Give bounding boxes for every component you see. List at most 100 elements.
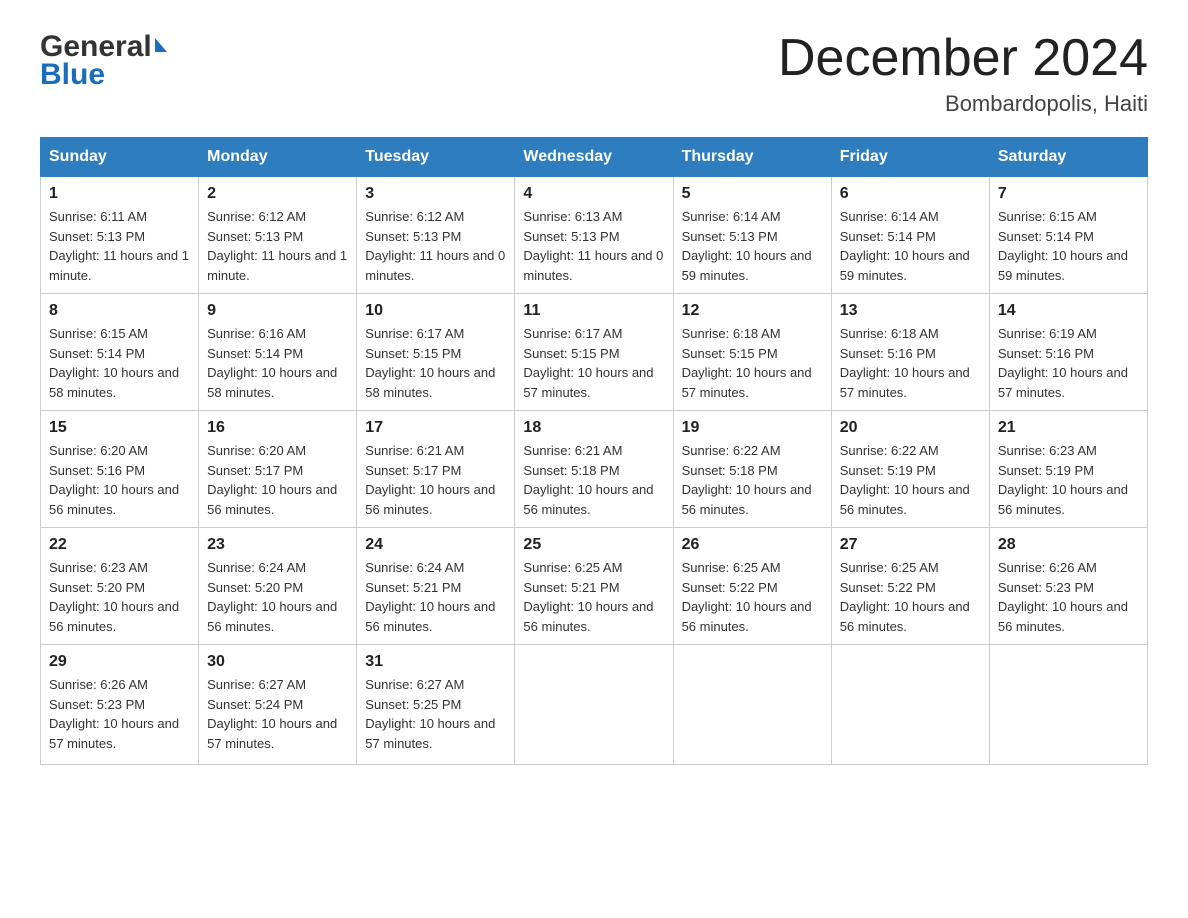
calendar-cell: 17 Sunrise: 6:21 AMSunset: 5:17 PMDayligh… <box>357 411 515 528</box>
calendar-cell: 23 Sunrise: 6:24 AMSunset: 5:20 PMDayligh… <box>199 528 357 645</box>
day-number: 12 <box>682 302 823 320</box>
day-number: 1 <box>49 185 190 203</box>
day-number: 20 <box>840 419 981 437</box>
day-info: Sunrise: 6:26 AMSunset: 5:23 PMDaylight:… <box>998 558 1139 636</box>
day-info: Sunrise: 6:22 AMSunset: 5:19 PMDaylight:… <box>840 441 981 519</box>
day-info: Sunrise: 6:15 AMSunset: 5:14 PMDaylight:… <box>998 207 1139 285</box>
calendar-cell: 14 Sunrise: 6:19 AMSunset: 5:16 PMDayligh… <box>989 294 1147 411</box>
calendar-cell: 2 Sunrise: 6:12 AMSunset: 5:13 PMDaylight… <box>199 177 357 294</box>
day-info: Sunrise: 6:20 AMSunset: 5:17 PMDaylight:… <box>207 441 348 519</box>
location-subtitle: Bombardopolis, Haiti <box>778 91 1148 117</box>
month-title: December 2024 <box>778 30 1148 87</box>
logo-arrow-icon <box>155 38 167 52</box>
calendar-week-4: 22 Sunrise: 6:23 AMSunset: 5:20 PMDayligh… <box>41 528 1148 645</box>
calendar-cell <box>831 645 989 765</box>
calendar-cell: 5 Sunrise: 6:14 AMSunset: 5:13 PMDaylight… <box>673 177 831 294</box>
calendar-cell: 26Sunrise: 6:25 AMSunset: 5:22 PMDayligh… <box>673 528 831 645</box>
day-number: 13 <box>840 302 981 320</box>
day-info: Sunrise: 6:23 AMSunset: 5:20 PMDaylight:… <box>49 558 190 636</box>
header-monday: Monday <box>199 138 357 177</box>
logo: General Blue <box>40 30 167 92</box>
day-number: 30 <box>207 653 348 671</box>
calendar-week-3: 15Sunrise: 6:20 AMSunset: 5:16 PMDayligh… <box>41 411 1148 528</box>
title-block: December 2024 Bombardopolis, Haiti <box>778 30 1148 117</box>
calendar-cell: 29 Sunrise: 6:26 AMSunset: 5:23 PMDayligh… <box>41 645 199 765</box>
day-info: Sunrise: 6:24 AMSunset: 5:20 PMDaylight:… <box>207 558 348 636</box>
day-number: 16 <box>207 419 348 437</box>
day-info: Sunrise: 6:25 AMSunset: 5:21 PMDaylight:… <box>523 558 664 636</box>
header-thursday: Thursday <box>673 138 831 177</box>
day-info: Sunrise: 6:26 AMSunset: 5:23 PMDaylight:… <box>49 675 190 753</box>
header-saturday: Saturday <box>989 138 1147 177</box>
day-number: 8 <box>49 302 190 320</box>
calendar-cell: 21Sunrise: 6:23 AMSunset: 5:19 PMDayligh… <box>989 411 1147 528</box>
calendar-cell: 30 Sunrise: 6:27 AMSunset: 5:24 PMDayligh… <box>199 645 357 765</box>
day-number: 9 <box>207 302 348 320</box>
calendar-cell: 18 Sunrise: 6:21 AMSunset: 5:18 PMDayligh… <box>515 411 673 528</box>
day-info: Sunrise: 6:18 AMSunset: 5:15 PMDaylight:… <box>682 324 823 402</box>
day-info: Sunrise: 6:12 AMSunset: 5:13 PMDaylight:… <box>207 207 348 285</box>
calendar-cell: 19 Sunrise: 6:22 AMSunset: 5:18 PMDayligh… <box>673 411 831 528</box>
calendar-week-2: 8 Sunrise: 6:15 AMSunset: 5:14 PMDaylight… <box>41 294 1148 411</box>
day-number: 26 <box>682 536 823 554</box>
day-info: Sunrise: 6:22 AMSunset: 5:18 PMDaylight:… <box>682 441 823 519</box>
day-number: 24 <box>365 536 506 554</box>
day-info: Sunrise: 6:14 AMSunset: 5:13 PMDaylight:… <box>682 207 823 285</box>
calendar-body: 1Sunrise: 6:11 AMSunset: 5:13 PMDaylight… <box>41 177 1148 765</box>
day-number: 23 <box>207 536 348 554</box>
calendar-cell: 22 Sunrise: 6:23 AMSunset: 5:20 PMDayligh… <box>41 528 199 645</box>
day-number: 7 <box>998 185 1139 203</box>
calendar-cell: 27Sunrise: 6:25 AMSunset: 5:22 PMDayligh… <box>831 528 989 645</box>
calendar-cell: 25Sunrise: 6:25 AMSunset: 5:21 PMDayligh… <box>515 528 673 645</box>
day-number: 3 <box>365 185 506 203</box>
day-number: 29 <box>49 653 190 671</box>
day-info: Sunrise: 6:17 AMSunset: 5:15 PMDaylight:… <box>523 324 664 402</box>
day-info: Sunrise: 6:13 AMSunset: 5:13 PMDaylight:… <box>523 207 664 285</box>
day-number: 2 <box>207 185 348 203</box>
calendar-cell: 20 Sunrise: 6:22 AMSunset: 5:19 PMDayligh… <box>831 411 989 528</box>
page-header: General Blue December 2024 Bombardopolis… <box>40 30 1148 117</box>
logo-line2: Blue <box>40 58 167 92</box>
calendar-week-5: 29 Sunrise: 6:26 AMSunset: 5:23 PMDayligh… <box>41 645 1148 765</box>
calendar-cell: 9 Sunrise: 6:16 AMSunset: 5:14 PMDaylight… <box>199 294 357 411</box>
day-info: Sunrise: 6:18 AMSunset: 5:16 PMDaylight:… <box>840 324 981 402</box>
calendar-table: Sunday Monday Tuesday Wednesday Thursday… <box>40 137 1148 765</box>
day-info: Sunrise: 6:21 AMSunset: 5:17 PMDaylight:… <box>365 441 506 519</box>
day-info: Sunrise: 6:27 AMSunset: 5:24 PMDaylight:… <box>207 675 348 753</box>
day-number: 19 <box>682 419 823 437</box>
day-number: 31 <box>365 653 506 671</box>
day-info: Sunrise: 6:19 AMSunset: 5:16 PMDaylight:… <box>998 324 1139 402</box>
day-number: 18 <box>523 419 664 437</box>
day-number: 14 <box>998 302 1139 320</box>
day-info: Sunrise: 6:14 AMSunset: 5:14 PMDaylight:… <box>840 207 981 285</box>
calendar-cell: 7 Sunrise: 6:15 AMSunset: 5:14 PMDaylight… <box>989 177 1147 294</box>
day-number: 5 <box>682 185 823 203</box>
day-info: Sunrise: 6:21 AMSunset: 5:18 PMDaylight:… <box>523 441 664 519</box>
day-number: 11 <box>523 302 664 320</box>
day-number: 28 <box>998 536 1139 554</box>
day-number: 17 <box>365 419 506 437</box>
day-info: Sunrise: 6:25 AMSunset: 5:22 PMDaylight:… <box>840 558 981 636</box>
day-info: Sunrise: 6:17 AMSunset: 5:15 PMDaylight:… <box>365 324 506 402</box>
calendar-cell: 24Sunrise: 6:24 AMSunset: 5:21 PMDayligh… <box>357 528 515 645</box>
calendar-cell: 10Sunrise: 6:17 AMSunset: 5:15 PMDayligh… <box>357 294 515 411</box>
day-info: Sunrise: 6:23 AMSunset: 5:19 PMDaylight:… <box>998 441 1139 519</box>
calendar-cell: 16 Sunrise: 6:20 AMSunset: 5:17 PMDayligh… <box>199 411 357 528</box>
day-info: Sunrise: 6:20 AMSunset: 5:16 PMDaylight:… <box>49 441 190 519</box>
day-info: Sunrise: 6:16 AMSunset: 5:14 PMDaylight:… <box>207 324 348 402</box>
day-number: 22 <box>49 536 190 554</box>
calendar-cell <box>989 645 1147 765</box>
calendar-cell <box>515 645 673 765</box>
day-info: Sunrise: 6:15 AMSunset: 5:14 PMDaylight:… <box>49 324 190 402</box>
calendar-cell: 11 Sunrise: 6:17 AMSunset: 5:15 PMDayligh… <box>515 294 673 411</box>
calendar-cell: 3Sunrise: 6:12 AMSunset: 5:13 PMDaylight… <box>357 177 515 294</box>
header-row: Sunday Monday Tuesday Wednesday Thursday… <box>41 138 1148 177</box>
calendar-cell: 13 Sunrise: 6:18 AMSunset: 5:16 PMDayligh… <box>831 294 989 411</box>
calendar-cell: 15Sunrise: 6:20 AMSunset: 5:16 PMDayligh… <box>41 411 199 528</box>
header-friday: Friday <box>831 138 989 177</box>
calendar-cell: 4Sunrise: 6:13 AMSunset: 5:13 PMDaylight… <box>515 177 673 294</box>
calendar-cell: 6Sunrise: 6:14 AMSunset: 5:14 PMDaylight… <box>831 177 989 294</box>
calendar-cell <box>673 645 831 765</box>
header-wednesday: Wednesday <box>515 138 673 177</box>
day-info: Sunrise: 6:27 AMSunset: 5:25 PMDaylight:… <box>365 675 506 753</box>
